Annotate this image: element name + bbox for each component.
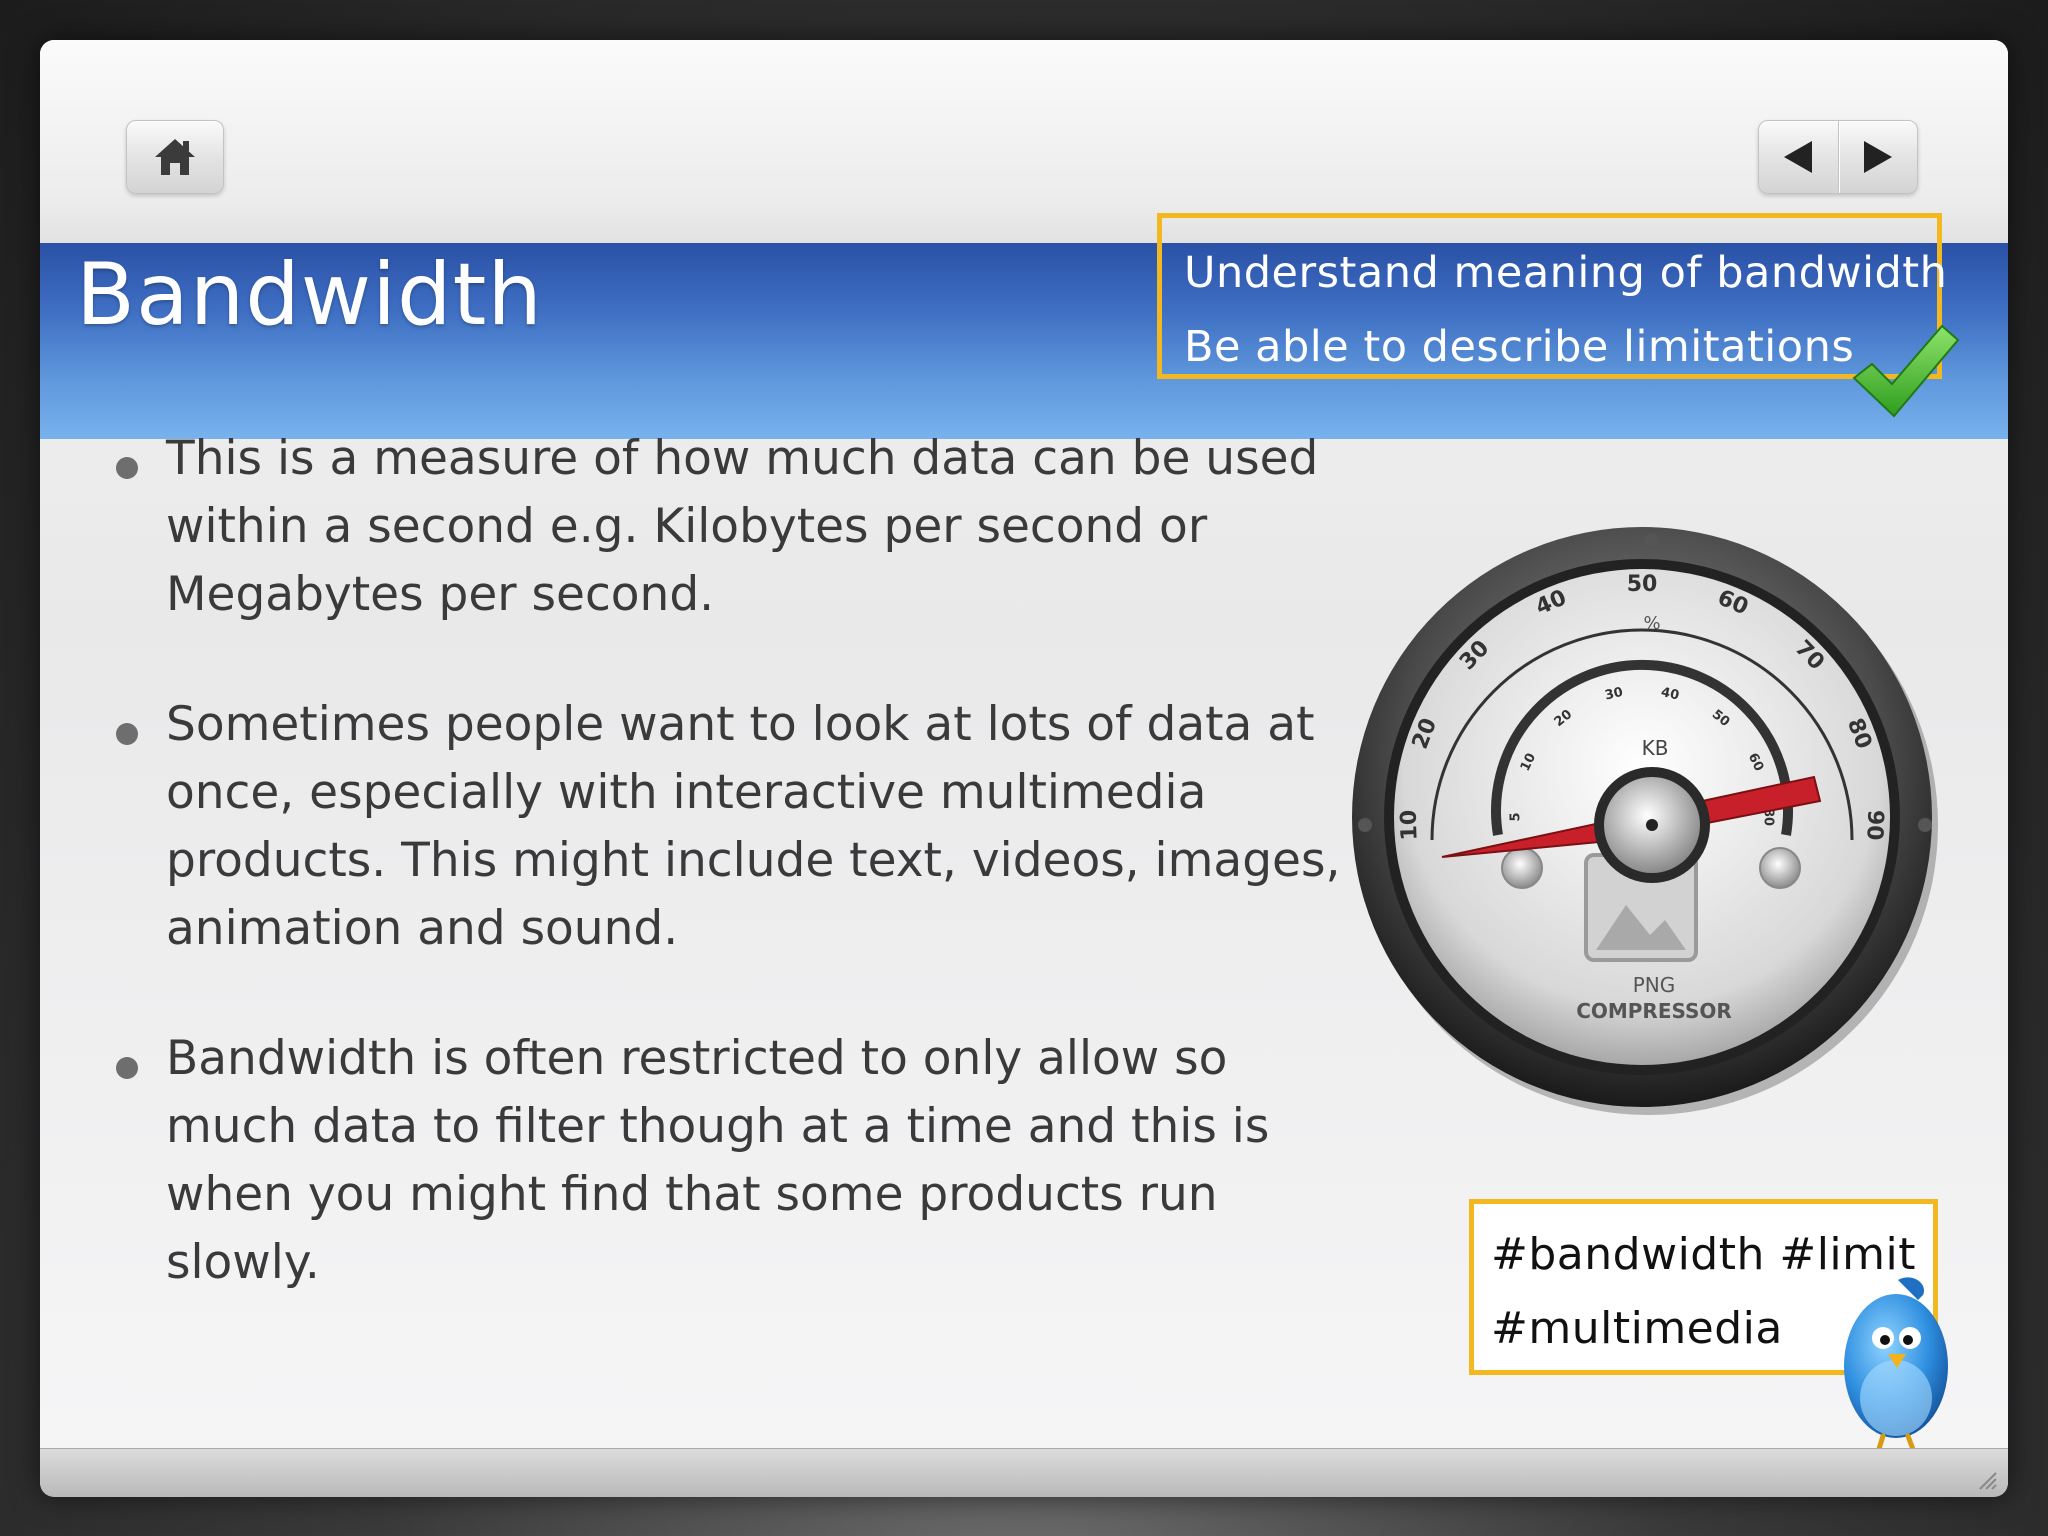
- bandwidth-gauge-image: 102030405060708090 5102030 40506080 % KB …: [1352, 527, 1938, 1115]
- bullet-dot: [116, 457, 138, 479]
- bullet-text: Sometimes people want to look at lots of…: [166, 697, 1341, 956]
- gauge-outer-unit: %: [1643, 613, 1660, 634]
- resize-grip-icon: [1979, 1472, 1997, 1490]
- bullet-item: Bandwidth is often restricted to only al…: [82, 1025, 1372, 1297]
- bullet-text: This is a measure of how much data can b…: [166, 431, 1319, 622]
- gauge-inner-unit: KB: [1642, 736, 1669, 760]
- gauge-label-line2: COMPRESSOR: [1576, 999, 1732, 1023]
- gauge-label-line1: PNG: [1633, 973, 1676, 997]
- gauge-tick-label: 10: [1397, 809, 1423, 840]
- triangle-left-icon: [1784, 141, 1813, 173]
- home-button[interactable]: [126, 120, 224, 194]
- bullet-list: This is a measure of how much data can b…: [82, 425, 1372, 1359]
- bullet-text: Bandwidth is often restricted to only al…: [166, 1031, 1270, 1290]
- gauge-tick-label: 90: [1861, 809, 1887, 840]
- bullet-dot: [116, 723, 138, 745]
- objective-item: Understand meaning of bandwidth: [1184, 248, 1948, 298]
- gauge-tick-label: 5: [1509, 812, 1524, 821]
- previous-slide-button[interactable]: [1759, 121, 1838, 193]
- bullet-item: Sometimes people want to look at lots of…: [82, 691, 1372, 963]
- objective-item: Be able to describe limitations: [1184, 322, 1855, 372]
- next-slide-button[interactable]: [1837, 121, 1918, 193]
- learning-objectives-box: Understand meaning of bandwidth Be able …: [1157, 213, 1948, 379]
- bullet-dot: [116, 1057, 138, 1079]
- home-icon: [155, 139, 195, 175]
- bullet-item: This is a measure of how much data can b…: [82, 425, 1372, 629]
- twitter-bird-icon: [1844, 1277, 1948, 1455]
- checkmark-icon: [1852, 324, 1960, 418]
- triangle-right-icon: [1863, 141, 1892, 173]
- slide-footer: [40, 1448, 2008, 1497]
- gauge-tick-label: 50: [1627, 572, 1658, 597]
- slide-navigation: [1758, 120, 1918, 194]
- slide-title: Bandwidth: [76, 245, 543, 345]
